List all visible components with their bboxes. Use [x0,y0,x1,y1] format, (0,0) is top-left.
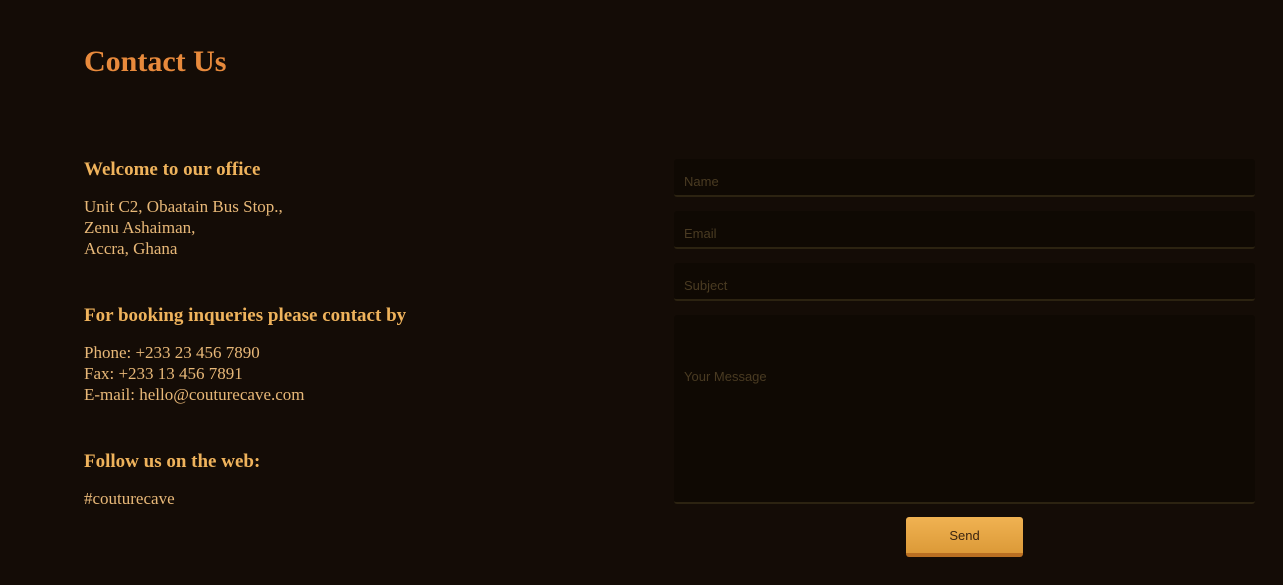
follow-heading: Follow us on the web: [84,451,261,472]
address-line: Zenu Ashaiman, [84,218,196,237]
fax-text: Fax: +233 13 456 7891 [84,364,243,383]
email-text: E-mail: hello@couturecave.com [84,385,305,404]
email-input[interactable] [674,211,1255,249]
booking-heading: For booking inqueries please contact by [84,305,407,326]
office-address: Unit C2, Obaatain Bus Stop., Zenu Ashaim… [84,196,283,259]
office-heading: Welcome to our office [84,159,261,180]
follow-section: Follow us on the web: #couturecave [84,450,260,509]
address-line: Unit C2, Obaatain Bus Stop., [84,197,283,216]
booking-contacts: Phone: +233 23 456 7890 Fax: +233 13 456… [84,342,406,405]
phone-text: Phone: +233 23 456 7890 [84,343,260,362]
social-handle: #couturecave [84,489,175,508]
address-line: Accra, Ghana [84,239,178,258]
social-handles: #couturecave [84,488,260,509]
send-button[interactable]: Send [906,517,1023,557]
page-title: Contact Us [84,45,227,78]
booking-section: For booking inqueries please contact by … [84,304,406,405]
message-textarea[interactable] [674,315,1255,504]
name-input[interactable] [674,159,1255,197]
office-section: Welcome to our office Unit C2, Obaatain … [84,158,283,259]
subject-input[interactable] [674,263,1255,301]
